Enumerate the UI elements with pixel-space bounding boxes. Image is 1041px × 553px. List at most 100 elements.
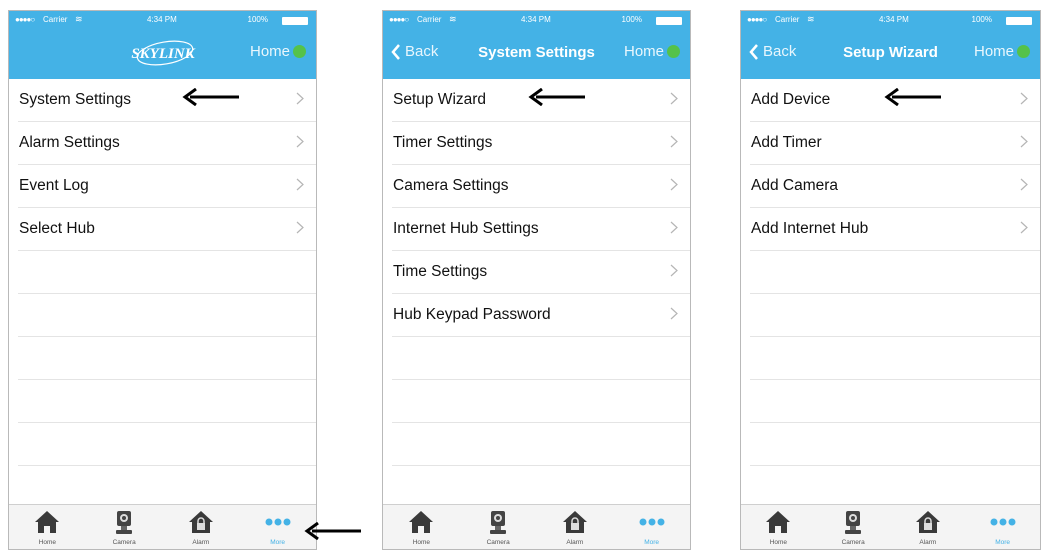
menu-item-event-log[interactable]: Event Log	[18, 165, 316, 208]
empty-row	[18, 466, 316, 509]
empty-row	[18, 294, 316, 337]
menu-item-add-timer[interactable]: Add Timer	[750, 122, 1040, 165]
chevron-right-icon	[670, 221, 678, 239]
status-bar: ●●●●○ Carrier ≋ 4:34 PM 100%	[9, 11, 316, 29]
alarm-house-icon	[188, 511, 213, 533]
settings-list: Setup Wizard Timer Settings Camera Setti…	[383, 79, 690, 509]
empty-row	[392, 337, 690, 380]
house-icon	[766, 511, 791, 533]
chevron-right-icon	[296, 92, 304, 110]
tab-camera[interactable]: Camera	[823, 507, 883, 547]
empty-row	[750, 251, 1040, 294]
pointer-arrow-icon	[884, 88, 941, 106]
tab-home[interactable]: Home	[391, 507, 451, 547]
online-status-icon	[293, 45, 306, 58]
nav-bar: ●●●●○ Carrier ≋ 4:34 PM 100% Back Setup …	[741, 11, 1040, 79]
battery-icon	[282, 17, 308, 25]
signal-icon: ●●●●○	[389, 15, 409, 24]
skylink-logo: SKYLINK	[131, 40, 196, 66]
status-time: 4:34 PM	[879, 15, 909, 24]
battery-percent: 100%	[971, 15, 992, 24]
tab-bar: Home Camera Alarm More	[741, 504, 1040, 549]
online-status-icon	[667, 45, 680, 58]
menu-item-internet-hub-settings[interactable]: Internet Hub Settings	[392, 208, 690, 251]
alarm-house-icon	[562, 511, 587, 533]
house-icon	[35, 511, 60, 533]
empty-row	[750, 337, 1040, 380]
menu-item-time-settings[interactable]: Time Settings	[392, 251, 690, 294]
menu-item-system-settings[interactable]: System Settings	[18, 79, 316, 122]
home-status[interactable]: Home	[250, 43, 306, 60]
menu-item-alarm-settings[interactable]: Alarm Settings	[18, 122, 316, 165]
battery-percent: 100%	[247, 15, 268, 24]
tab-more[interactable]: More	[248, 507, 308, 547]
tab-bar: Home Camera Alarm More	[9, 504, 316, 549]
empty-row	[18, 380, 316, 423]
tab-home[interactable]: Home	[748, 507, 808, 547]
battery-percent: 100%	[621, 15, 642, 24]
carrier-label: Carrier	[775, 15, 800, 24]
empty-row	[18, 337, 316, 380]
online-status-icon	[1017, 45, 1030, 58]
menu-item-select-hub[interactable]: Select Hub	[18, 208, 316, 251]
menu-list: System Settings Alarm Settings Event Log…	[9, 79, 316, 509]
empty-row	[750, 423, 1040, 466]
carrier-label: Carrier	[43, 15, 68, 24]
empty-row	[750, 466, 1040, 509]
status-time: 4:34 PM	[147, 15, 177, 24]
empty-row	[392, 423, 690, 466]
camera-icon	[490, 511, 507, 534]
chevron-right-icon	[670, 264, 678, 282]
tab-camera[interactable]: Camera	[94, 507, 154, 547]
menu-item-timer-settings[interactable]: Timer Settings	[392, 122, 690, 165]
menu-item-add-internet-hub[interactable]: Add Internet Hub	[750, 208, 1040, 251]
home-label: Home	[249, 43, 290, 60]
more-dots-icon	[639, 518, 665, 526]
tab-alarm[interactable]: Alarm	[171, 507, 231, 547]
menu-item-add-camera[interactable]: Add Camera	[750, 165, 1040, 208]
wifi-icon: ≋	[75, 14, 83, 24]
wifi-icon: ≋	[807, 14, 815, 24]
menu-item-camera-settings[interactable]: Camera Settings	[392, 165, 690, 208]
chevron-right-icon	[670, 135, 678, 153]
empty-row	[392, 466, 690, 509]
chevron-right-icon	[1020, 92, 1028, 110]
wizard-list: Add Device Add Timer Add Camera Add Inte…	[741, 79, 1040, 509]
chevron-right-icon	[296, 135, 304, 153]
tab-more[interactable]: More	[973, 507, 1033, 547]
tab-bar: Home Camera Alarm More	[383, 504, 690, 549]
home-status[interactable]: Home	[624, 43, 680, 60]
more-dots-icon	[265, 518, 291, 526]
empty-row	[18, 423, 316, 466]
nav-bar: ●●●●○ Carrier ≋ 4:34 PM 100% SKYLINK Hom…	[9, 11, 316, 79]
empty-row	[392, 380, 690, 423]
pointer-arrow-icon	[182, 88, 239, 106]
tab-alarm[interactable]: Alarm	[545, 507, 605, 547]
tab-more[interactable]: More	[622, 507, 682, 547]
chevron-right-icon	[1020, 178, 1028, 196]
chevron-right-icon	[296, 178, 304, 196]
camera-icon	[845, 511, 862, 534]
chevron-right-icon	[670, 92, 678, 110]
house-icon	[409, 511, 434, 533]
status-time: 4:34 PM	[521, 15, 551, 24]
empty-row	[750, 294, 1040, 337]
carrier-label: Carrier	[417, 15, 442, 24]
empty-row	[750, 380, 1040, 423]
wifi-icon: ≋	[449, 14, 457, 24]
home-status[interactable]: Home	[974, 43, 1030, 60]
pointer-arrow-icon	[304, 522, 361, 540]
tab-camera[interactable]: Camera	[468, 507, 528, 547]
battery-icon	[656, 17, 682, 25]
tab-alarm[interactable]: Alarm	[898, 507, 958, 547]
camera-icon	[116, 511, 133, 534]
tab-home[interactable]: Home	[17, 507, 77, 547]
chevron-right-icon	[670, 178, 678, 196]
logo-text: SKYLINK	[131, 46, 195, 62]
home-label: Home	[973, 43, 1014, 60]
screen-more-menu: ●●●●○ Carrier ≋ 4:34 PM 100% SKYLINK Hom…	[8, 10, 317, 550]
status-bar: ●●●●○ Carrier ≋ 4:34 PM 100%	[741, 11, 1040, 29]
battery-icon	[1006, 17, 1032, 25]
status-bar: ●●●●○ Carrier ≋ 4:34 PM 100%	[383, 11, 690, 29]
menu-item-hub-keypad-password[interactable]: Hub Keypad Password	[392, 294, 690, 337]
